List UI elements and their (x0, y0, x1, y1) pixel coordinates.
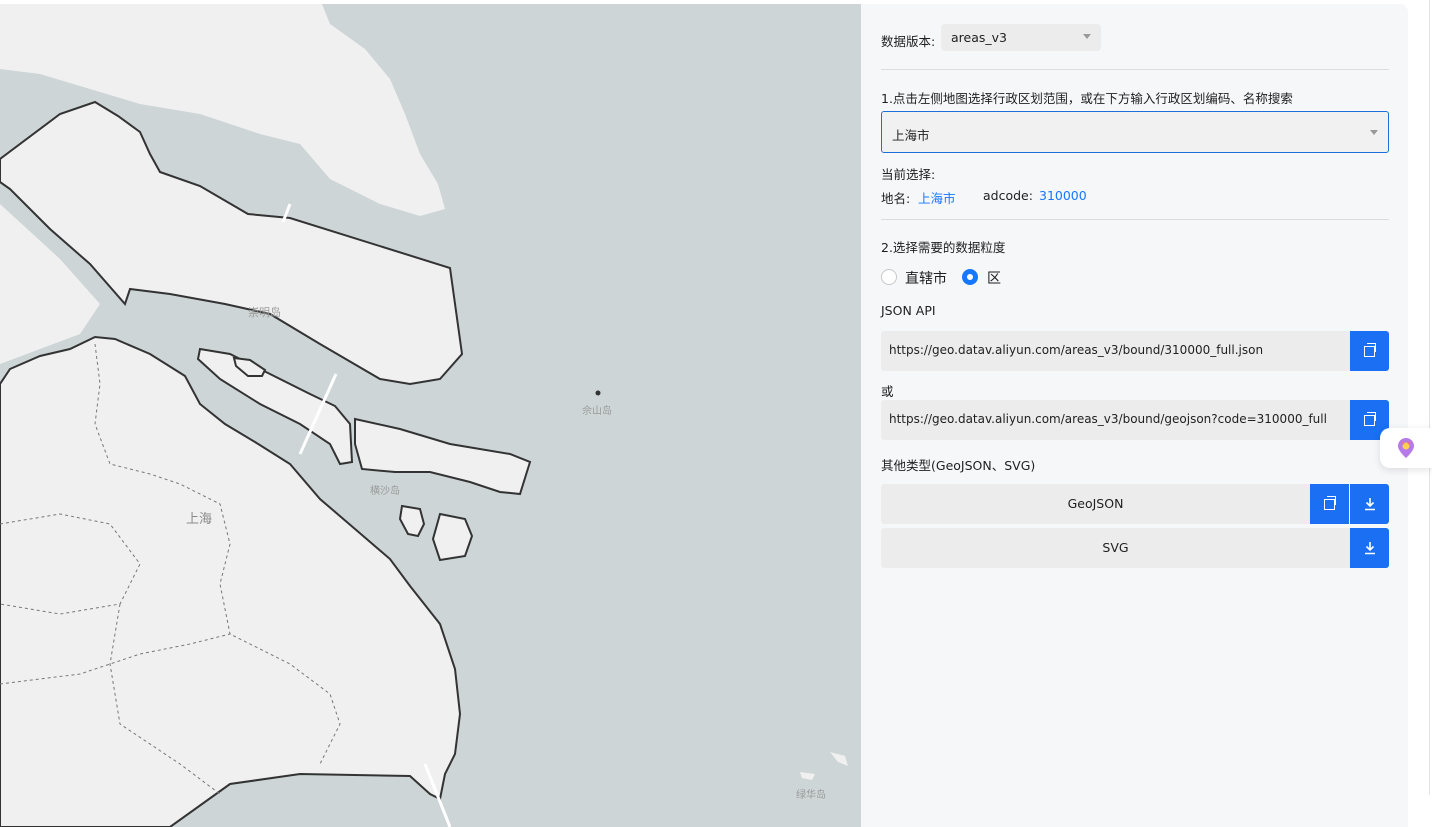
version-select[interactable]: areas_v3 (941, 24, 1101, 51)
sheshan-islet (595, 390, 601, 396)
other-types-label: 其他类型(GeoJSON、SVG) (881, 458, 1036, 473)
copy-icon (1364, 342, 1376, 357)
download-geojson-button[interactable] (1350, 484, 1389, 524)
shanghai-mainland (0, 335, 462, 827)
map-label-hengsha: 横沙岛 (370, 486, 400, 497)
control-panel: 数据版本: areas_v3 1.点击左侧地图选择行政区划范围，或在下方输入行政… (861, 4, 1408, 827)
api-url-2-text: https://geo.datav.aliyun.com/areas_v3/bo… (889, 412, 1327, 426)
name-label: 地名: (881, 191, 911, 206)
api-url-field-2[interactable]: https://geo.datav.aliyun.com/areas_v3/bo… (881, 400, 1350, 440)
region-search-select[interactable]: 上海市 (881, 111, 1389, 153)
svg-option: SVG (881, 528, 1350, 568)
map-canvas[interactable] (0, 4, 861, 827)
map-label-lvhua: 绿华岛 (796, 790, 826, 801)
copy-icon (1364, 411, 1376, 426)
radio-municipality-label[interactable]: 直辖市 (905, 268, 947, 288)
geojson-option: GeoJSON (881, 484, 1310, 524)
version-label: 数据版本: (881, 34, 936, 49)
adcode-label: adcode: (983, 188, 1033, 203)
radio-district-label[interactable]: 区 (987, 268, 1001, 288)
api-url-field-1[interactable]: https://geo.datav.aliyun.com/areas_v3/bo… (881, 331, 1350, 371)
download-svg-button[interactable] (1350, 528, 1389, 568)
download-icon (1364, 498, 1375, 511)
name-value: 上海市 (918, 191, 956, 206)
copy-icon (1324, 495, 1336, 510)
version-value: areas_v3 (951, 30, 1007, 45)
step1-instruction: 1.点击左侧地图选择行政区划范围，或在下方输入行政区划编码、名称搜索 (881, 91, 1293, 106)
current-selection-label: 当前选择: (881, 167, 936, 182)
copy-geojson-button[interactable] (1310, 484, 1349, 524)
map-area[interactable]: 崇明岛 佘山岛 横沙岛 上海 绿华岛 (0, 4, 861, 827)
step2-instruction: 2.选择需要的数据粒度 (881, 240, 1006, 255)
shoal-2 (431, 512, 474, 562)
assistant-float-button[interactable] (1380, 428, 1432, 468)
radio-district[interactable] (962, 269, 978, 285)
svg-label: SVG (1102, 540, 1129, 555)
divider (881, 219, 1389, 220)
eastern-islets (800, 752, 848, 780)
adcode-value: 310000 (1039, 188, 1087, 203)
radio-municipality[interactable] (881, 269, 897, 285)
api-url-1-text: https://geo.datav.aliyun.com/areas_v3/bo… (889, 343, 1264, 357)
map-label-shanghai: 上海 (186, 512, 213, 527)
scrollbar-track[interactable] (1429, 0, 1430, 795)
divider (881, 69, 1389, 70)
chevron-down-icon (1370, 130, 1378, 135)
geojson-label: GeoJSON (1067, 496, 1124, 511)
or-label: 或 (881, 384, 894, 399)
map-label-chongming: 崇明岛 (248, 306, 281, 319)
chevron-down-icon (1083, 34, 1091, 39)
map-label-sheshan: 佘山岛 (582, 406, 612, 417)
shoal-1 (398, 504, 426, 538)
copy-url-1-button[interactable] (1350, 331, 1389, 371)
region-select-value: 上海市 (892, 128, 930, 143)
download-icon (1364, 542, 1375, 555)
location-pin-icon (1398, 438, 1414, 458)
json-api-label: JSON API (881, 303, 936, 318)
